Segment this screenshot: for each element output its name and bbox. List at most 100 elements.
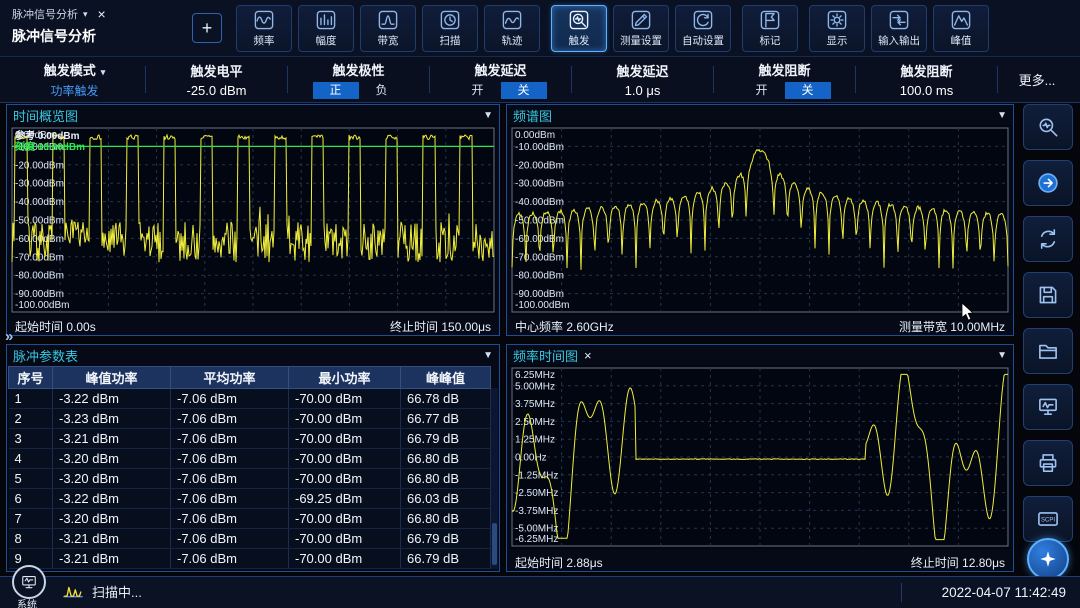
- divider: [713, 66, 714, 93]
- open-file-button[interactable]: [1023, 328, 1073, 374]
- close-tab-button[interactable]: ×: [98, 6, 106, 22]
- collapse-button[interactable]: ▼: [997, 350, 1007, 361]
- table-cell: 66.78 dB: [401, 389, 491, 409]
- scrollbar-thumb[interactable]: [492, 523, 497, 565]
- setting-value[interactable]: 100.0 ms: [900, 83, 953, 98]
- toolbar-button-io[interactable]: 输入输出: [871, 5, 927, 52]
- pulse-parameter-table: 序号峰值功率平均功率最小功率峰峰值1-3.22 dBm-7.06 dBm-70.…: [8, 366, 491, 569]
- pulse-parameter-table-wrap: 序号峰值功率平均功率最小功率峰峰值1-3.22 dBm-7.06 dBm-70.…: [7, 365, 499, 571]
- trace-icon: [501, 9, 523, 31]
- toolbar-button-auto-setup[interactable]: 自动设置: [675, 5, 731, 52]
- setting-label: 触发阻断: [900, 61, 952, 80]
- magnifier-wave-icon: [1035, 114, 1061, 140]
- table-row[interactable]: 7-3.20 dBm-7.06 dBm-70.00 dBm66.80 dB: [9, 509, 491, 529]
- more-settings-button[interactable]: 更多...: [1000, 57, 1074, 102]
- setting-value[interactable]: 功率触发: [50, 82, 98, 99]
- save-button[interactable]: [1023, 272, 1073, 318]
- setting-label: 触发延迟: [616, 61, 668, 80]
- table-row[interactable]: 6-3.22 dBm-7.06 dBm-69.25 dBm66.03 dB: [9, 489, 491, 509]
- setting-trigger-holdoff-switch: 触发阻断开关: [716, 57, 853, 102]
- table-cell: -70.00 dBm: [289, 469, 401, 489]
- screen-capture-button[interactable]: [1023, 384, 1073, 430]
- chevron-down-icon[interactable]: ▾: [83, 9, 88, 20]
- table-row[interactable]: 4-3.20 dBm-7.06 dBm-70.00 dBm66.80 dB: [9, 449, 491, 469]
- toggle-option-0[interactable]: 正: [313, 82, 359, 99]
- toolbar-button-trace[interactable]: 轨迹: [484, 5, 540, 52]
- svg-text:-10.00dBm: -10.00dBm: [515, 142, 564, 153]
- next-view-button[interactable]: [1023, 160, 1073, 206]
- table-row[interactable]: 5-3.20 dBm-7.06 dBm-70.00 dBm66.80 dB: [9, 469, 491, 489]
- auto-setup-icon: [692, 9, 714, 31]
- expand-menu-button[interactable]: »: [5, 328, 13, 345]
- svg-text:-90.00dBm: -90.00dBm: [515, 289, 564, 300]
- toolbar-button-marker[interactable]: 标记: [742, 5, 798, 52]
- top-toolbar: 脉冲信号分析 ▾ × 脉冲信号分析 + 频率幅度带宽扫描轨迹触发测量设置自动设置…: [0, 0, 1080, 57]
- toolbar-button-label: 频率: [254, 32, 275, 47]
- toolbar-button-trigger[interactable]: 触发: [551, 5, 607, 52]
- toolbar-button-label: 标记: [760, 32, 781, 47]
- system-label: 系统: [17, 596, 37, 608]
- setting-value[interactable]: 1.0 μs: [625, 83, 661, 98]
- svg-text:刻度 10.00dBm: 刻度 10.00dBm: [15, 140, 85, 153]
- toggle-option-1[interactable]: 关: [785, 82, 831, 99]
- setting-value[interactable]: -25.0 dBm: [187, 83, 247, 98]
- table-row[interactable]: 2-3.23 dBm-7.06 dBm-70.00 dBm66.77 dB: [9, 409, 491, 429]
- datetime-label: 2022-04-07 11:42:49: [942, 577, 1066, 608]
- app-tab-title[interactable]: 脉冲信号分析: [12, 6, 78, 22]
- svg-text:-40.00dBm: -40.00dBm: [15, 197, 64, 208]
- close-panel-button[interactable]: ×: [584, 348, 592, 363]
- toggle-option-1[interactable]: 负: [359, 82, 405, 99]
- toolbar-button-sweep[interactable]: 扫描: [422, 5, 478, 52]
- table-header-cell: 最小功率: [289, 367, 401, 389]
- table-row[interactable]: 9-3.21 dBm-7.06 dBm-70.00 dBm66.79 dB: [9, 549, 491, 569]
- table-cell: 3: [9, 429, 53, 449]
- table-cell: -7.06 dBm: [171, 549, 289, 569]
- io-icon: [888, 9, 910, 31]
- measure-bandwidth-label: 测量带宽 10.00MHz: [899, 318, 1005, 335]
- setting-label: 触发延迟: [474, 60, 526, 79]
- toggle-option-0[interactable]: 开: [739, 82, 785, 99]
- add-tab-button[interactable]: +: [192, 13, 222, 43]
- collapse-button[interactable]: ▼: [997, 110, 1007, 121]
- system-button[interactable]: [12, 565, 46, 599]
- table-cell: -3.20 dBm: [53, 449, 171, 469]
- scpi-button[interactable]: SCPI: [1023, 496, 1073, 542]
- svg-text:-90.00dBm: -90.00dBm: [15, 289, 64, 300]
- toolbar-button-meas-setup[interactable]: 测量设置: [613, 5, 669, 52]
- trigger-icon: [568, 9, 590, 31]
- toolbar-button-label: 扫描: [440, 32, 461, 47]
- toggle-option-1[interactable]: 关: [501, 82, 547, 99]
- table-cell: 7: [9, 509, 53, 529]
- table-scrollbar[interactable]: [491, 388, 498, 569]
- collapse-button[interactable]: ▼: [483, 110, 493, 121]
- table-row[interactable]: 1-3.22 dBm-7.06 dBm-70.00 dBm66.78 dB: [9, 389, 491, 409]
- zoom-tool-button[interactable]: [1023, 104, 1073, 150]
- print-button[interactable]: [1023, 440, 1073, 486]
- toolbar-button-group: 频率 幅度带宽扫描 轨迹触发测量设置自动设置标记 显示 输入输出峰值: [236, 5, 989, 52]
- table-cell: -3.21 dBm: [53, 429, 171, 449]
- setting-trigger-mode: 触发模式▾功率触发: [6, 57, 143, 102]
- toolbar-button-peak[interactable]: 峰值: [933, 5, 989, 52]
- toolbar-button-bandwidth[interactable]: 带宽: [360, 5, 416, 52]
- divider: [145, 66, 146, 93]
- toolbar-button-amplitude[interactable]: 幅度: [298, 5, 354, 52]
- setting-label: 触发电平: [190, 61, 242, 80]
- refresh-button[interactable]: [1023, 216, 1073, 262]
- quick-menu-button[interactable]: [1027, 538, 1069, 580]
- chevron-down-icon[interactable]: ▾: [101, 67, 106, 77]
- collapse-button[interactable]: ▼: [483, 350, 493, 361]
- toolbar-button-freq[interactable]: 频率: [236, 5, 292, 52]
- toolbar-button-label: 显示: [827, 32, 848, 47]
- divider: [571, 66, 572, 93]
- table-row[interactable]: 8-3.21 dBm-7.06 dBm-70.00 dBm66.79 dB: [9, 529, 491, 549]
- toggle-option-0[interactable]: 开: [455, 82, 501, 99]
- toolbar-button-display[interactable]: 显示: [809, 5, 865, 52]
- table-row[interactable]: 3-3.21 dBm-7.06 dBm-70.00 dBm66.79 dB: [9, 429, 491, 449]
- meas-setup-icon: [630, 9, 652, 31]
- svg-text:-80.00dBm: -80.00dBm: [515, 271, 564, 282]
- table-cell: -70.00 dBm: [289, 509, 401, 529]
- sweep-icon: [439, 9, 461, 31]
- table-cell: -7.06 dBm: [171, 509, 289, 529]
- svg-text:-50.00dBm: -50.00dBm: [15, 216, 64, 227]
- svg-text:-40.00dBm: -40.00dBm: [515, 197, 564, 208]
